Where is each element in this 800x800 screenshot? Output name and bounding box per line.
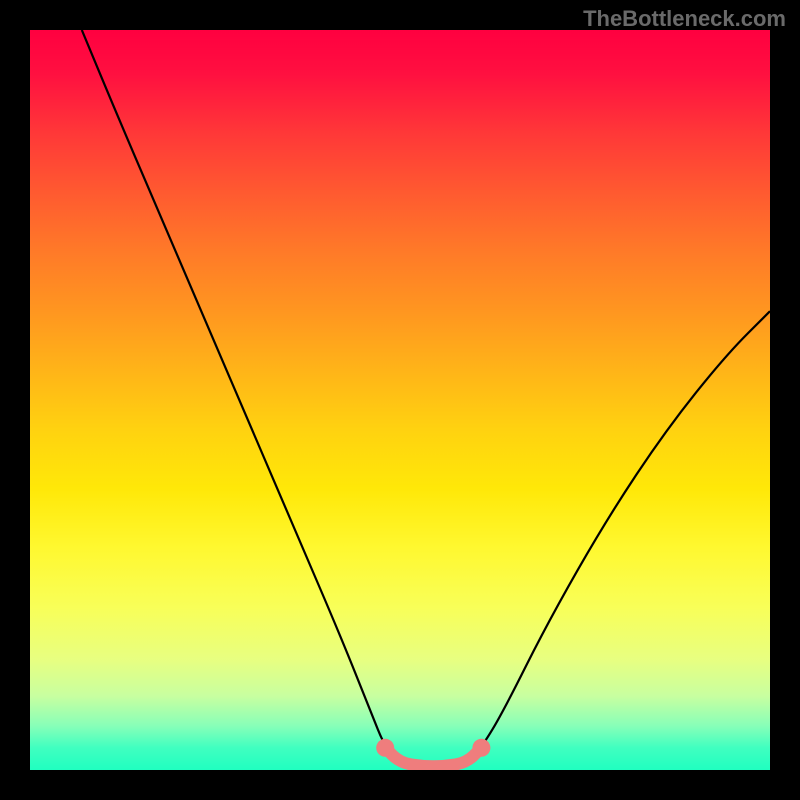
valley-endpoint-marker [376,739,394,757]
chart-frame: TheBottleneck.com [0,0,800,800]
curve-overlay [30,30,770,770]
valley-endpoint-marker [472,739,490,757]
bottleneck-curve-path [82,30,770,766]
plot-area [30,30,770,770]
valley-highlight-path [385,748,481,767]
watermark-text: TheBottleneck.com [583,6,786,32]
